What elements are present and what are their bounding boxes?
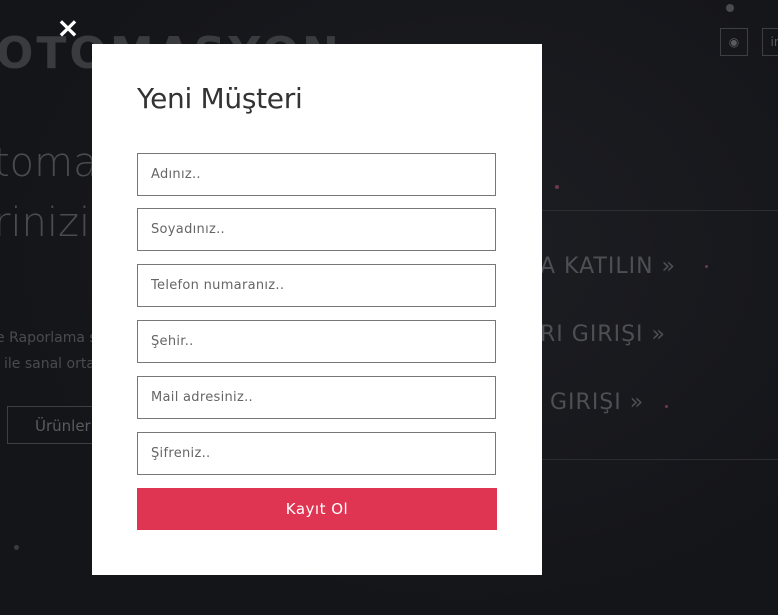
- hero-title-line2: rinizi: [0, 200, 91, 246]
- register-button[interactable]: Kayıt Ol: [137, 488, 497, 530]
- hero-description-line2: ile sanal orta: [4, 356, 95, 372]
- close-icon[interactable]: ×: [56, 14, 80, 42]
- menu-item-login-2[interactable]: GIRIŞI »: [550, 390, 644, 415]
- particle: [665, 405, 668, 408]
- hero-title-line1: toma: [0, 140, 98, 186]
- menu-divider-bottom: [542, 459, 778, 460]
- menu-divider-top: [542, 210, 778, 211]
- particle: [705, 265, 708, 268]
- name-input[interactable]: [137, 153, 496, 196]
- particle: [14, 545, 19, 550]
- menu-item-login[interactable]: RI GIRIŞI »: [540, 322, 666, 347]
- phone-input[interactable]: [137, 264, 496, 307]
- modal-title: Yeni Müşteri: [137, 82, 303, 115]
- github-icon[interactable]: ◉: [720, 28, 748, 56]
- email-input[interactable]: [137, 376, 496, 419]
- menu-item-join[interactable]: A KATILIN »: [540, 254, 676, 279]
- surname-input[interactable]: [137, 208, 496, 251]
- city-input[interactable]: [137, 320, 496, 363]
- password-input[interactable]: [137, 432, 496, 475]
- particle: [726, 4, 734, 12]
- register-modal: Yeni Müşteri Kayıt Ol: [92, 44, 542, 575]
- linkedin-icon[interactable]: in: [762, 28, 778, 56]
- particle: [555, 185, 559, 189]
- hero-description-line1: e Raporlama s: [0, 330, 97, 346]
